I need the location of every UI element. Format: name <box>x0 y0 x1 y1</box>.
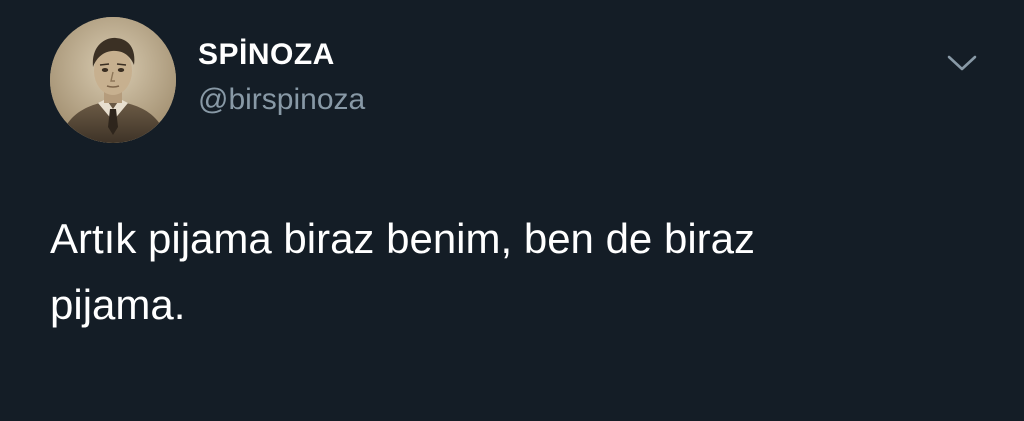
tweet-card: SPİNOZA @birspinoza Artık pijama biraz b… <box>0 0 1024 421</box>
tweet-menu-button[interactable] <box>944 50 980 76</box>
author-avatar[interactable] <box>50 17 176 143</box>
tweet-text-line-2: pijama. <box>50 281 186 328</box>
tweet-text: Artık pijama biraz benim, ben de biraz p… <box>50 206 970 338</box>
tweet-text-line-1: Artık pijama biraz benim, ben de biraz <box>50 215 755 262</box>
author-display-name[interactable]: SPİNOZA <box>198 38 335 72</box>
chevron-down-icon <box>947 55 977 71</box>
portrait-image <box>50 17 176 143</box>
author-handle[interactable]: @birspinoza <box>198 83 365 117</box>
